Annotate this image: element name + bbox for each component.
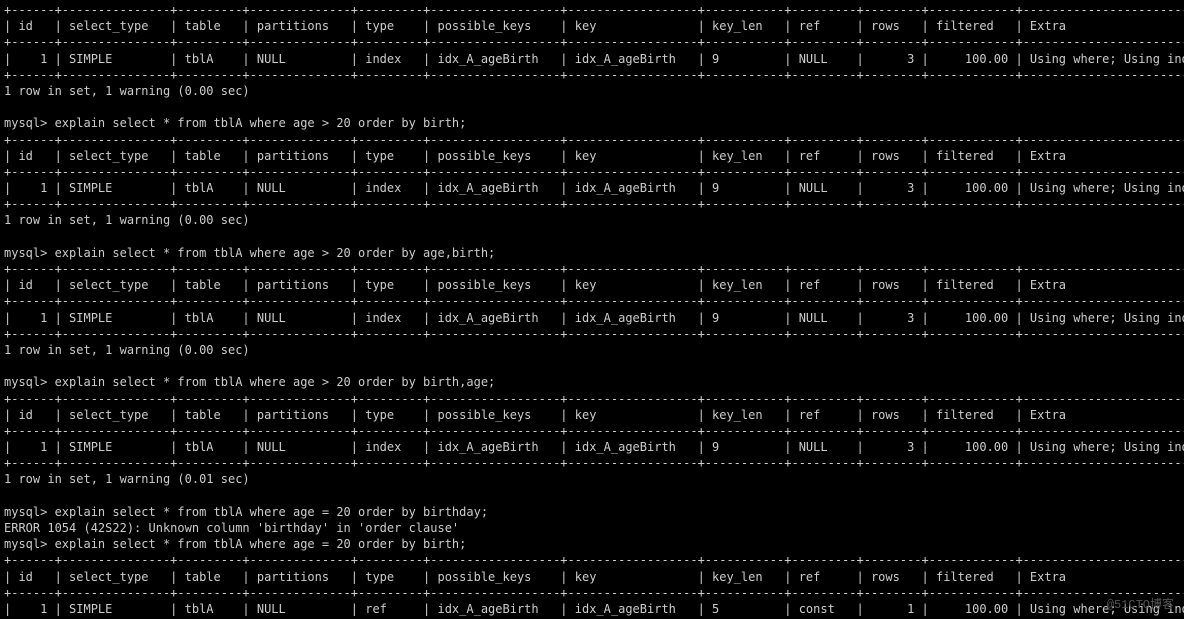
watermark-text: @51CTO博客 <box>1107 597 1174 613</box>
terminal-output: +------+---------------+---------+------… <box>4 2 1180 619</box>
